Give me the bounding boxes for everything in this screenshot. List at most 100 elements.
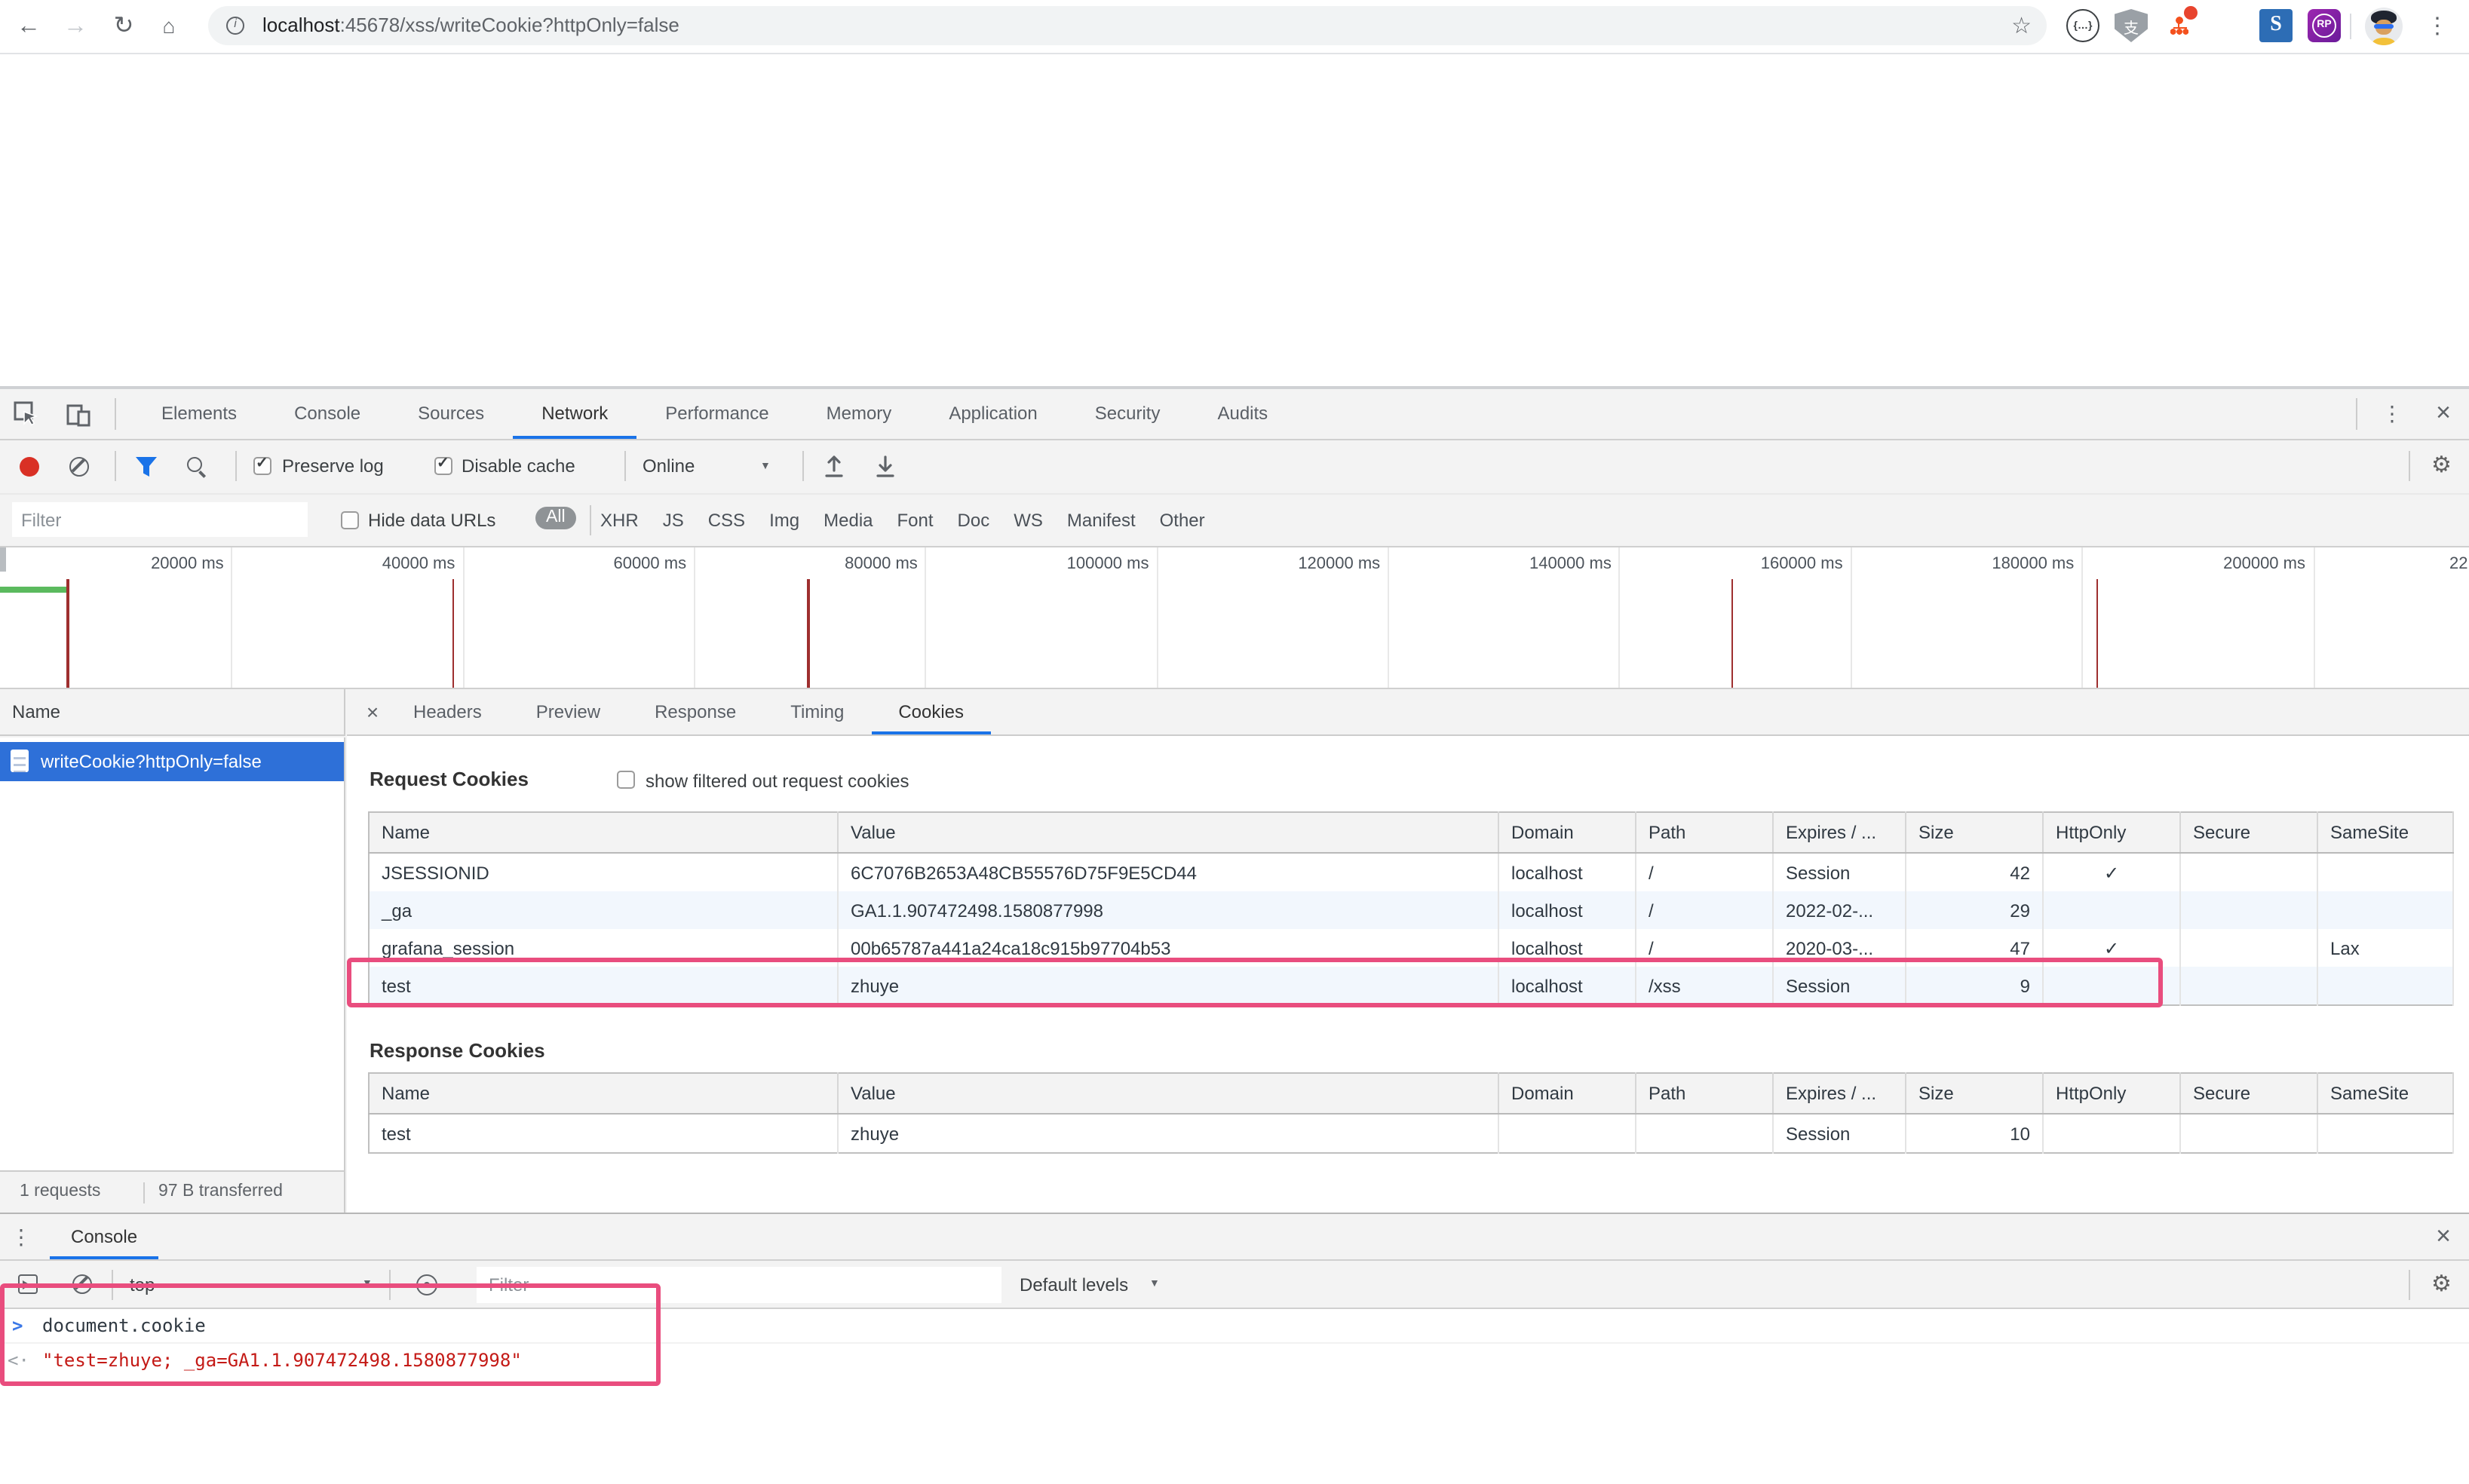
cookie-cell[interactable]: 42 xyxy=(1906,853,2043,891)
console-drawer-tab[interactable]: Console xyxy=(50,1214,158,1259)
console-filter-input[interactable] xyxy=(477,1267,1001,1303)
cookie-cell[interactable]: localhost xyxy=(1498,967,1636,1005)
devtools-close-icon[interactable]: × xyxy=(2430,389,2457,437)
cookie-row-grafana_session[interactable]: grafana_session00b65787a441a24ca18c915b9… xyxy=(369,929,2453,967)
cookie-cell[interactable]: Session xyxy=(1773,853,1906,891)
filter-type-media[interactable]: Media xyxy=(824,495,873,546)
console-context-select[interactable]: top xyxy=(130,1261,155,1309)
search-icon[interactable] xyxy=(187,457,208,478)
devtools-tab-console[interactable]: Console xyxy=(265,389,389,439)
cookie-cell[interactable] xyxy=(2043,891,2180,929)
detail-tab-headers[interactable]: Headers xyxy=(386,689,509,734)
braces-extension-icon[interactable]: {…} xyxy=(2066,9,2099,42)
cookie-cell[interactable]: 29 xyxy=(1906,891,2043,929)
cookie-row-JSESSIONID[interactable]: JSESSIONID6C7076B2653A48CB55576D75F9E5CD… xyxy=(369,853,2453,891)
url-text[interactable]: localhost:45678/xss/writeCookie?httpOnly… xyxy=(262,6,679,45)
column-header-httponly[interactable]: HttpOnly xyxy=(2043,1073,2180,1114)
filter-funnel-icon[interactable] xyxy=(136,457,157,477)
cookie-cell[interactable]: zhuye xyxy=(838,1114,1498,1153)
request-row-selected[interactable]: writeCookie?httpOnly=false xyxy=(0,742,344,781)
cookie-cell[interactable]: ✓ xyxy=(2043,853,2180,891)
cookie-cell[interactable] xyxy=(2180,967,2317,1005)
console-settings-gear-icon[interactable]: ⚙ xyxy=(2431,1261,2452,1308)
console-result-text[interactable]: "test=zhuye; _ga=GA1.1.907472498.1580877… xyxy=(42,1344,522,1377)
home-icon[interactable]: ⌂ xyxy=(152,0,186,53)
devtools-menu-icon[interactable]: ⋮ xyxy=(2380,389,2404,439)
filter-type-other[interactable]: Other xyxy=(1160,495,1205,546)
filter-type-xhr[interactable]: XHR xyxy=(600,495,639,546)
detail-tab-timing[interactable]: Timing xyxy=(763,689,871,734)
cookie-row-_ga[interactable]: _gaGA1.1.907472498.1580877998localhost/2… xyxy=(369,891,2453,929)
preserve-log-checkbox[interactable] xyxy=(253,457,271,475)
filter-type-doc[interactable]: Doc xyxy=(958,495,990,546)
cookie-cell[interactable] xyxy=(2180,929,2317,967)
cookie-cell[interactable] xyxy=(2180,1114,2317,1153)
column-header-size[interactable]: Size xyxy=(1906,812,2043,853)
request-waterfall-bar[interactable] xyxy=(0,587,66,592)
column-header-name[interactable]: Name xyxy=(369,1073,838,1114)
reload-icon[interactable]: ↻ xyxy=(107,0,140,53)
show-filtered-checkbox[interactable] xyxy=(617,771,635,789)
column-header-domain[interactable]: Domain xyxy=(1498,812,1636,853)
devtools-tab-elements[interactable]: Elements xyxy=(133,389,265,439)
console-messages[interactable]: > document.cookie <· "test=zhuye; _ga=GA… xyxy=(0,1309,2469,1484)
disable-cache-checkbox[interactable] xyxy=(434,457,452,475)
cookie-cell[interactable] xyxy=(1498,1114,1636,1153)
column-header-value[interactable]: Value xyxy=(838,812,1498,853)
cookie-cell[interactable]: zhuye xyxy=(838,967,1498,1005)
network-overview[interactable]: 20000 ms40000 ms60000 ms80000 ms100000 m… xyxy=(0,547,2469,689)
column-header-value[interactable]: Value xyxy=(838,1073,1498,1114)
filter-type-font[interactable]: Font xyxy=(897,495,934,546)
cookie-cell[interactable] xyxy=(2317,1114,2453,1153)
address-bar[interactable]: localhost:45678/xss/writeCookie?httpOnly… xyxy=(208,6,2047,45)
cookie-cell[interactable] xyxy=(1636,1114,1773,1153)
cookie-cell[interactable] xyxy=(2180,891,2317,929)
cookie-cell[interactable]: localhost xyxy=(1498,929,1636,967)
cookie-cell[interactable]: 47 xyxy=(1906,929,2043,967)
detail-close-icon[interactable]: × xyxy=(359,689,386,734)
devtools-tab-security[interactable]: Security xyxy=(1066,389,1189,439)
cookie-cell[interactable] xyxy=(2317,967,2453,1005)
hide-data-urls-label[interactable]: Hide data URLs xyxy=(368,495,495,546)
column-header-secure[interactable]: Secure xyxy=(2180,812,2317,853)
console-command-line[interactable]: > document.cookie xyxy=(0,1309,2469,1344)
cookie-cell[interactable] xyxy=(2317,891,2453,929)
bookmark-star-icon[interactable]: ☆ xyxy=(2011,6,2032,45)
network-settings-gear-icon[interactable]: ⚙ xyxy=(2431,440,2452,492)
context-caret-icon[interactable]: ▼ xyxy=(362,1261,373,1309)
cookie-cell[interactable]: /xss xyxy=(1636,967,1773,1005)
cookie-cell[interactable]: _ga xyxy=(369,891,838,929)
clear-icon[interactable] xyxy=(69,457,89,477)
devtools-tab-network[interactable]: Network xyxy=(513,389,636,439)
cookie-cell[interactable]: / xyxy=(1636,891,1773,929)
column-header-httponly[interactable]: HttpOnly xyxy=(2043,812,2180,853)
devtools-tab-performance[interactable]: Performance xyxy=(636,389,797,439)
column-header-secure[interactable]: Secure xyxy=(2180,1073,2317,1114)
cookie-cell[interactable] xyxy=(2317,853,2453,891)
avatar[interactable] xyxy=(2365,8,2403,45)
network-filter-input[interactable] xyxy=(12,502,308,537)
throttling-select[interactable]: Online xyxy=(643,440,695,493)
cookie-cell[interactable] xyxy=(2043,967,2180,1005)
filter-type-ws[interactable]: WS xyxy=(1014,495,1043,546)
console-command-text[interactable]: document.cookie xyxy=(42,1309,206,1342)
cookie-cell[interactable]: 6C7076B2653A48CB55576D75F9E5CD44 xyxy=(838,853,1498,891)
cookie-cell[interactable]: Session xyxy=(1773,1114,1906,1153)
column-header-name[interactable]: Name xyxy=(369,812,838,853)
filter-type-js[interactable]: JS xyxy=(663,495,684,546)
console-clear-icon[interactable] xyxy=(72,1274,92,1294)
record-button[interactable] xyxy=(20,457,39,477)
show-filtered-label[interactable]: show filtered out request cookies xyxy=(646,771,909,792)
console-result-line[interactable]: <· "test=zhuye; _ga=GA1.1.907472498.1580… xyxy=(0,1344,2469,1377)
import-har-icon[interactable] xyxy=(824,455,845,478)
console-sidebar-icon[interactable] xyxy=(18,1274,38,1294)
cookie-cell[interactable]: ✓ xyxy=(2043,929,2180,967)
cookie-cell[interactable]: 00b65787a441a24ca18c915b97704b53 xyxy=(838,929,1498,967)
device-toolbar-icon[interactable] xyxy=(66,401,92,427)
filter-type-all[interactable]: All xyxy=(535,507,576,529)
request-list-header[interactable]: Name xyxy=(0,689,345,736)
filter-type-manifest[interactable]: Manifest xyxy=(1067,495,1136,546)
s-extension-icon[interactable]: S xyxy=(2259,9,2293,42)
console-levels-select[interactable]: Default levels xyxy=(1020,1261,1128,1309)
column-header-path[interactable]: Path xyxy=(1636,812,1773,853)
